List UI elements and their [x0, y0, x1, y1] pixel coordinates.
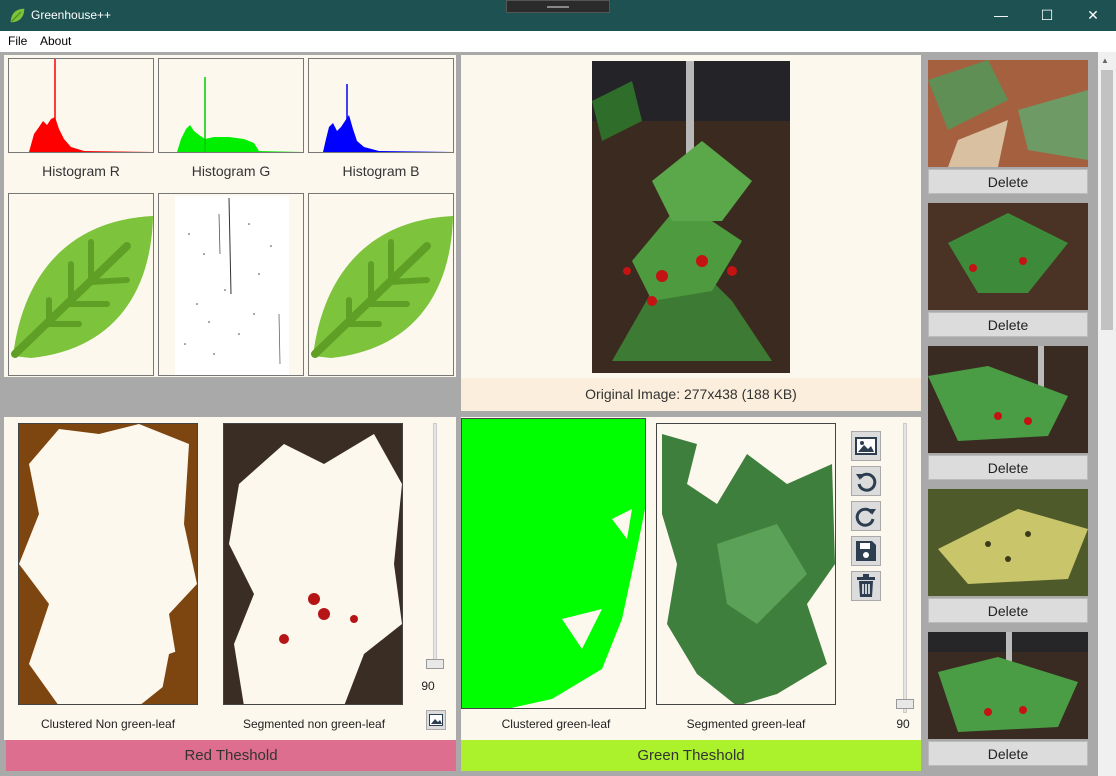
menu-bar: File About — [0, 31, 1116, 52]
red-threshold-slider-track[interactable] — [433, 423, 437, 669]
histogram-r-plot — [29, 59, 153, 152]
leaf-app-icon — [10, 8, 25, 23]
plant-image — [592, 61, 790, 373]
green-threshold-bar[interactable]: Green Theshold — [461, 740, 921, 771]
segmented-green-mask — [662, 434, 835, 704]
gallery-delete-button[interactable]: Delete — [928, 169, 1088, 194]
segmented-non-green-label: Segmented non green-leaf — [242, 717, 386, 731]
clustered-non-green-mask — [19, 424, 197, 704]
gallery-delete-button[interactable]: Delete — [928, 312, 1088, 337]
segmented-green-label: Segmented green-leaf — [686, 717, 806, 731]
segmented-non-green-image — [223, 423, 403, 705]
gallery-image-4 — [928, 489, 1088, 596]
gallery-scrollbar-thumb[interactable] — [1101, 70, 1113, 330]
clustered-green-image — [461, 418, 646, 709]
red-threshold-slider-thumb[interactable] — [426, 659, 444, 669]
original-image-caption: Original Image: 277x438 (188 KB) — [461, 378, 921, 411]
gallery-thumbnail[interactable] — [928, 203, 1088, 310]
maximize-button[interactable]: ☐ — [1024, 0, 1070, 31]
gallery-image-2 — [928, 203, 1088, 310]
menu-about[interactable]: About — [40, 34, 71, 48]
histogram-g — [158, 58, 304, 153]
gallery-image-3 — [928, 346, 1088, 453]
rotate-left-icon — [856, 472, 877, 492]
gallery-thumbnail[interactable] — [928, 346, 1088, 453]
leaf-placeholder-left — [8, 193, 154, 376]
gallery-delete-button[interactable]: Delete — [928, 741, 1088, 766]
gallery-image-1 — [928, 60, 1088, 167]
green-threshold-slider-track[interactable] — [903, 423, 907, 713]
green-threshold-label: Green Theshold — [637, 747, 745, 764]
load-image-button[interactable] — [851, 431, 881, 461]
rotate-right-button[interactable] — [851, 501, 881, 531]
histogram-r — [8, 58, 154, 153]
title-bar: Greenhouse++ — ☐ ✕ — [0, 0, 1116, 31]
clustered-green-mask — [462, 419, 645, 708]
save-icon — [856, 541, 876, 561]
red-threshold-value: 90 — [421, 679, 435, 693]
scroll-up-icon[interactable]: ▲ — [1101, 56, 1109, 65]
red-threshold-bar[interactable]: Red Theshold — [6, 740, 456, 771]
histogram-b-plot — [323, 84, 453, 152]
binary-mask-image — [158, 193, 304, 376]
delete-button[interactable] — [851, 571, 881, 601]
gallery-image-5 — [928, 632, 1088, 739]
save-button[interactable] — [851, 536, 881, 566]
red-threshold-label: Red Theshold — [184, 747, 278, 764]
histogram-b — [308, 58, 454, 153]
segmented-green-image — [656, 423, 836, 705]
minimize-button[interactable]: — — [978, 0, 1024, 31]
clustered-green-label: Clustered green-leaf — [501, 717, 611, 731]
red-load-image-button[interactable] — [426, 710, 446, 730]
rotate-right-icon — [855, 507, 876, 527]
menu-file[interactable]: File — [8, 34, 27, 48]
mask-noise — [175, 196, 289, 375]
image-icon — [429, 714, 443, 726]
histogram-g-label: Histogram G — [191, 163, 271, 179]
histogram-r-label: Histogram R — [42, 163, 120, 179]
gallery-delete-button[interactable]: Delete — [928, 598, 1088, 623]
gallery-thumbnail[interactable] — [928, 60, 1088, 167]
gallery-thumbnail[interactable] — [928, 489, 1088, 596]
window-title: Greenhouse++ — [31, 8, 112, 22]
green-threshold-value: 90 — [896, 717, 910, 731]
trash-icon — [857, 574, 875, 597]
histogram-b-label: Histogram B — [342, 163, 420, 179]
rotate-left-button[interactable] — [851, 466, 881, 496]
close-button[interactable]: ✕ — [1070, 0, 1116, 31]
image-icon — [855, 437, 877, 455]
green-threshold-slider-thumb[interactable] — [896, 699, 914, 709]
gallery-delete-button[interactable]: Delete — [928, 455, 1088, 480]
original-image — [592, 61, 790, 373]
leaf-placeholder-right — [308, 193, 454, 376]
clustered-non-green-label: Clustered Non green-leaf — [40, 717, 176, 731]
clustered-non-green-image — [18, 423, 198, 705]
leaf-icon — [11, 216, 153, 358]
histogram-g-plot — [177, 77, 303, 152]
segmented-non-green-mask — [224, 424, 402, 704]
gallery-thumbnail[interactable] — [928, 632, 1088, 739]
window-drag-handle[interactable] — [506, 0, 610, 13]
leaf-icon — [311, 216, 453, 358]
